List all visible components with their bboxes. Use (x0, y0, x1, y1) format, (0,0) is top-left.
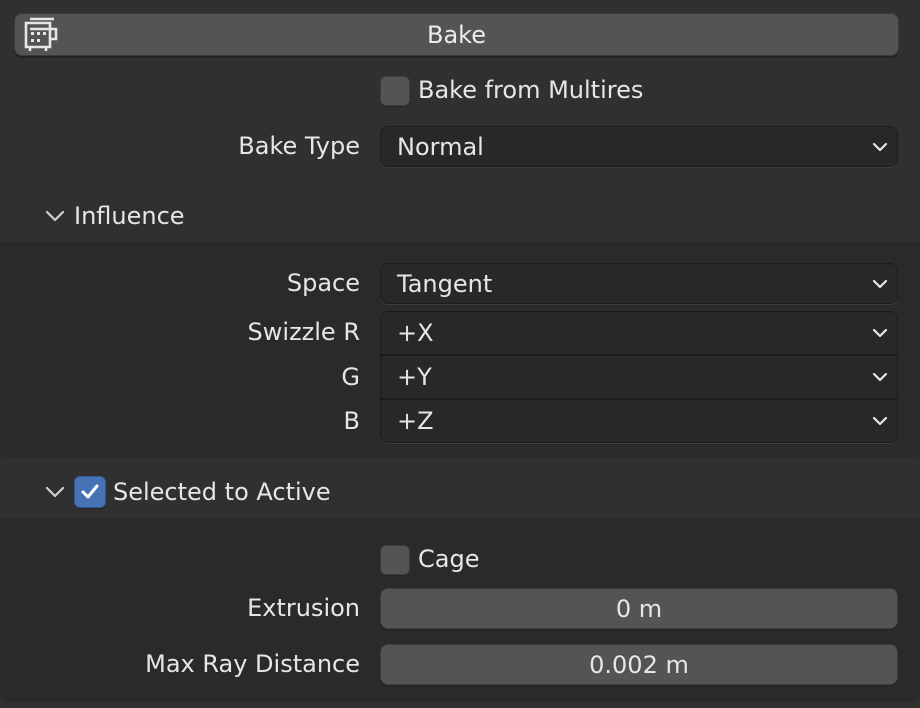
chevron-down-icon (872, 416, 888, 426)
bake-type-label: Bake Type (238, 132, 360, 160)
chevron-down-icon (872, 142, 888, 151)
chevron-down-icon (872, 372, 888, 382)
max-ray-distance-value: 0.002 m (589, 650, 689, 679)
max-ray-distance-field[interactable]: 0.002 m (380, 644, 898, 685)
swizzle-b-value: +Z (397, 407, 434, 435)
chevron-down-icon (872, 279, 888, 288)
space-dropdown[interactable]: Tangent (380, 263, 898, 304)
bake-type-value: Normal (397, 132, 484, 161)
checkmark-icon (81, 484, 99, 499)
swizzle-g-value: +Y (397, 363, 432, 391)
space-label: Space (286, 269, 360, 297)
bake-from-multires-label: Bake from Multires (418, 76, 644, 104)
extrusion-value: 0 m (615, 594, 663, 623)
bake-button[interactable]: Bake (14, 13, 899, 56)
selected-to-active-header[interactable]: Selected to Active (0, 466, 920, 518)
selected-to-active-title: Selected to Active (113, 478, 331, 506)
swizzle-r-value: +X (397, 319, 434, 347)
swizzle-r-dropdown[interactable]: +X (380, 311, 898, 355)
bake-from-multires-checkbox[interactable] (380, 76, 410, 106)
influence-title: Influence (74, 202, 185, 230)
bake-panel: Bake Bake from Multires Bake Type Normal… (0, 0, 920, 708)
render-bake-icon (24, 17, 58, 51)
cage-label: Cage (418, 545, 480, 573)
collapse-chevron-icon (45, 486, 65, 498)
bake-type-dropdown[interactable]: Normal (380, 126, 898, 167)
chevron-down-icon (872, 328, 888, 338)
influence-header[interactable]: Influence (0, 190, 920, 242)
bake-button-label: Bake (427, 20, 486, 49)
swizzle-g-dropdown[interactable]: +Y (380, 355, 898, 399)
collapse-chevron-icon (45, 210, 65, 222)
extrusion-field[interactable]: 0 m (380, 588, 898, 629)
swizzle-g-label: G (341, 363, 360, 391)
swizzle-b-dropdown[interactable]: +Z (380, 399, 898, 443)
selected-to-active-checkbox[interactable] (74, 476, 106, 508)
cage-checkbox[interactable] (380, 545, 410, 575)
swizzle-b-label: B (343, 407, 360, 435)
extrusion-label: Extrusion (247, 594, 360, 622)
space-value: Tangent (397, 269, 493, 298)
max-ray-distance-label: Max Ray Distance (145, 650, 360, 678)
swizzle-r-label: Swizzle R (247, 318, 360, 346)
